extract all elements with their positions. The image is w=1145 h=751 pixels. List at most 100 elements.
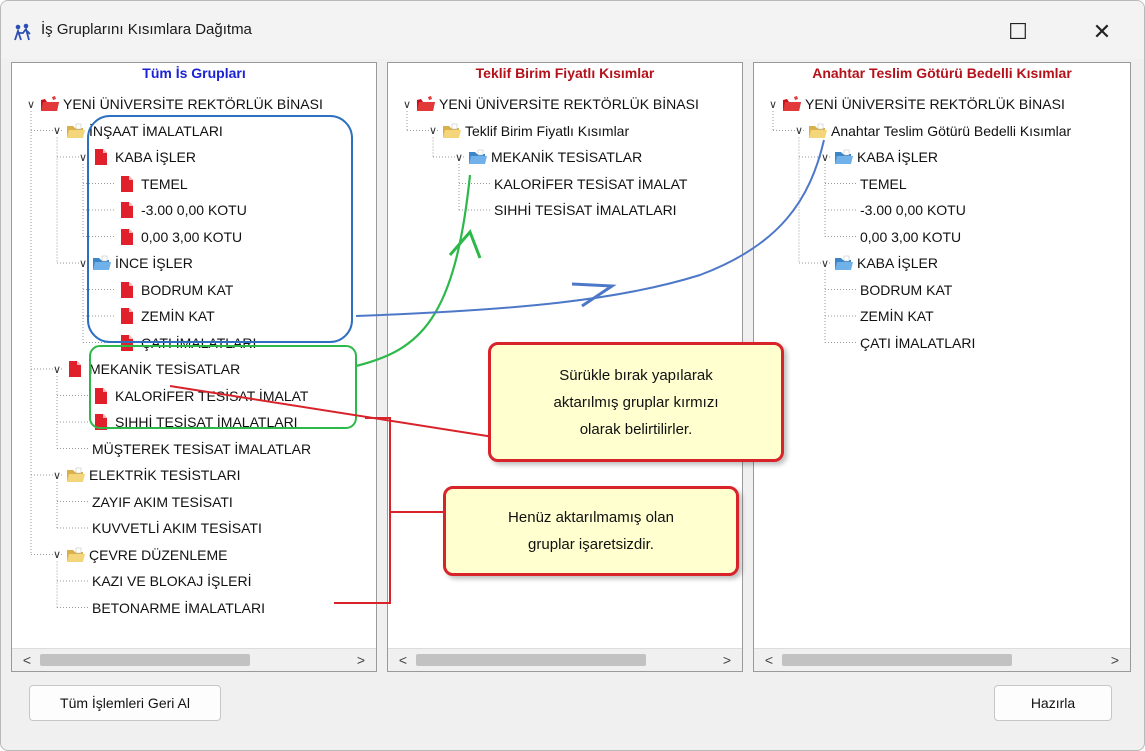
tree-node[interactable]: -3.00 0,00 KOTU [118,197,247,223]
scroll-left-button[interactable]: < [18,651,36,669]
close-button[interactable]: ✕ [1079,13,1125,51]
tree-node-label: ÇATI İMALATLARI [141,334,257,351]
tree-node[interactable]: KAZI VE BLOKAJ İŞLERİ [92,568,252,594]
callout-text: Henüz aktarılmamış olan gruplar işaretsi… [508,509,674,553]
tree-node-label: 0,00 3,00 KOTU [860,228,962,245]
red-document-icon [66,360,86,378]
tree-node[interactable]: Teklif Birim Fiyatlı Kısımlar [442,118,629,144]
tree-node[interactable]: Anahtar Teslim Götürü Bedelli Kısımlar [808,118,1071,144]
tree-node[interactable]: SIHHİ TESİSAT İMALATLARI [92,409,298,435]
chevron-down-icon[interactable]: ∨ [792,124,806,138]
panel-header: Teklif Birim Fiyatlı Kısımlar [475,65,655,81]
tree-node[interactable]: ZAYIF AKIM TESİSATI [92,489,233,515]
prepare-button[interactable]: Hazırla [994,685,1112,721]
red-document-icon [118,281,138,299]
chevron-down-icon[interactable]: ∨ [50,548,64,562]
scroll-right-button[interactable]: > [352,651,370,669]
scroll-left-button[interactable]: < [394,651,412,669]
chevron-down-icon[interactable]: ∨ [50,362,64,376]
red-document-icon [118,228,138,246]
chevron-down-icon[interactable]: ∨ [426,124,440,138]
yellow-folder-icon [66,122,86,140]
scroll-thumb[interactable] [416,654,646,666]
turnkey-tree[interactable]: ∨ YENİ ÜNİVERSİTE REKTÖRLÜK BİNASI ∨ Anahta… [754,89,1130,649]
panel-header: Anahtar Teslim Götürü Bedelli Kısımlar [812,65,1072,81]
tree-node-label: KABA İŞLER [115,149,196,165]
scroll-thumb[interactable] [40,654,250,666]
tree-node[interactable]: BODRUM KAT [860,277,952,303]
tree-node-label: SIHHİ TESİSAT İMALATLARI [494,202,677,218]
tree-node[interactable]: MEKANİK TESİSATLAR [468,144,642,170]
chevron-down-icon[interactable]: ∨ [452,150,466,164]
tree-node[interactable]: SIHHİ TESİSAT İMALATLARI [494,197,677,223]
scroll-right-button[interactable]: > [718,651,736,669]
tree-node-label: -3.00 0,00 KOTU [860,202,966,218]
tree-node[interactable]: MÜŞTEREK TESİSAT İMALATLAR [92,436,311,462]
red-document-icon [118,201,138,219]
tree-node-label: KABA İŞLER [857,255,938,271]
tree-node[interactable]: -3.00 0,00 KOTU [860,197,966,223]
red-document-icon [118,175,138,193]
tree-node[interactable]: İNCE İŞLER [92,250,193,276]
chevron-down-icon[interactable]: ∨ [50,124,64,138]
tree-node-label: KUVVETLİ AKIM TESİSATI [92,520,262,536]
tree-node[interactable]: ÇATI İMALATLARI [118,330,256,356]
tree-node[interactable]: ZEMİN KAT [118,303,215,329]
tree-node-label: Teklif Birim Fiyatlı Kısımlar [465,122,630,139]
yellow-folder-icon [66,466,86,484]
tree-node[interactable]: KABA İŞLER [834,250,938,276]
tree-node[interactable]: KUVVETLİ AKIM TESİSATI [92,515,262,541]
chevron-down-icon[interactable]: ∨ [76,150,90,164]
tree-node-label: SIHHİ TESİSAT İMALATLARI [115,414,298,430]
tree-node[interactable]: TEMEL [860,171,907,197]
scroll-right-button[interactable]: > [1106,651,1124,669]
undo-all-button[interactable]: Tüm İşlemleri Geri Al [29,685,221,721]
tree-node[interactable]: 0,00 3,00 KOTU [860,224,961,250]
tree-node-label: BODRUM KAT [860,281,953,298]
red-document-icon [92,148,112,166]
tree-node-label: YENİ ÜNİVERSİTE REKTÖRLÜK BİNASI [439,96,699,112]
tree-node-label: KABA İŞLER [857,149,938,165]
tree-node[interactable]: KALORİFER TESİSAT İMALAT [494,171,687,197]
scroll-thumb[interactable] [782,654,1012,666]
tree-node-label: BETONARME İMALATLARI [92,599,265,616]
tree-node[interactable]: KABA İŞLER [92,144,196,170]
tree-node[interactable]: KABA İŞLER [834,144,938,170]
tree-node[interactable]: YENİ ÜNİVERSİTE REKTÖRLÜK BİNASI [416,91,699,117]
app-icon [13,22,33,42]
scroll-left-button[interactable]: < [760,651,778,669]
tree-node[interactable]: BETONARME İMALATLARI [92,595,265,621]
tree-node[interactable]: ELEKTRİK TESİSTLARI [66,462,240,488]
chevron-down-icon[interactable]: ∨ [818,256,832,270]
tree-node-label: TEMEL [141,175,188,192]
tree-node[interactable]: 0,00 3,00 KOTU [118,224,242,250]
horizontal-scrollbar[interactable]: < > [12,648,376,671]
chevron-down-icon[interactable]: ∨ [400,97,414,111]
horizontal-scrollbar[interactable]: < > [388,648,742,671]
tree-node[interactable]: İNŞAAT İMALATLARI [66,118,223,144]
tree-node[interactable]: ÇEVRE DÜZENLEME [66,542,227,568]
tree-node[interactable]: KALORİFER TESİSAT İMALAT [92,383,308,409]
red-document-icon [92,387,112,405]
tree-node[interactable]: BODRUM KAT [118,277,233,303]
all-groups-tree[interactable]: ∨ YENİ ÜNİVERSİTE REKTÖRLÜK BİNASI ∨ İNŞAAT… [12,89,376,649]
tree-node[interactable]: YENİ ÜNİVERSİTE REKTÖRLÜK BİNASI [782,91,1065,117]
tree-node[interactable]: ZEMİN KAT [860,303,934,329]
red-folder-icon [416,95,436,113]
tree-node-label: YENİ ÜNİVERSİTE REKTÖRLÜK BİNASI [805,96,1065,112]
tree-node[interactable]: YENİ ÜNİVERSİTE REKTÖRLÜK BİNASI [40,91,323,117]
tree-node[interactable]: TEMEL [118,171,188,197]
tree-node[interactable]: ÇATI İMALATLARI [860,330,975,356]
tree-node-label: KALORİFER TESİSAT İMALAT [494,175,688,192]
chevron-down-icon[interactable]: ∨ [24,97,38,111]
red-folder-icon [40,95,60,113]
maximize-button[interactable]: ☐ [995,13,1041,51]
chevron-down-icon[interactable]: ∨ [76,256,90,270]
tree-node-label: KAZI VE BLOKAJ İŞLERİ [92,573,252,589]
tree-node[interactable]: MEKANİK TESİSATLAR [66,356,240,382]
chevron-down-icon[interactable]: ∨ [818,150,832,164]
horizontal-scrollbar[interactable]: < > [754,648,1130,671]
red-document-icon [118,334,138,352]
chevron-down-icon[interactable]: ∨ [50,468,64,482]
chevron-down-icon[interactable]: ∨ [766,97,780,111]
